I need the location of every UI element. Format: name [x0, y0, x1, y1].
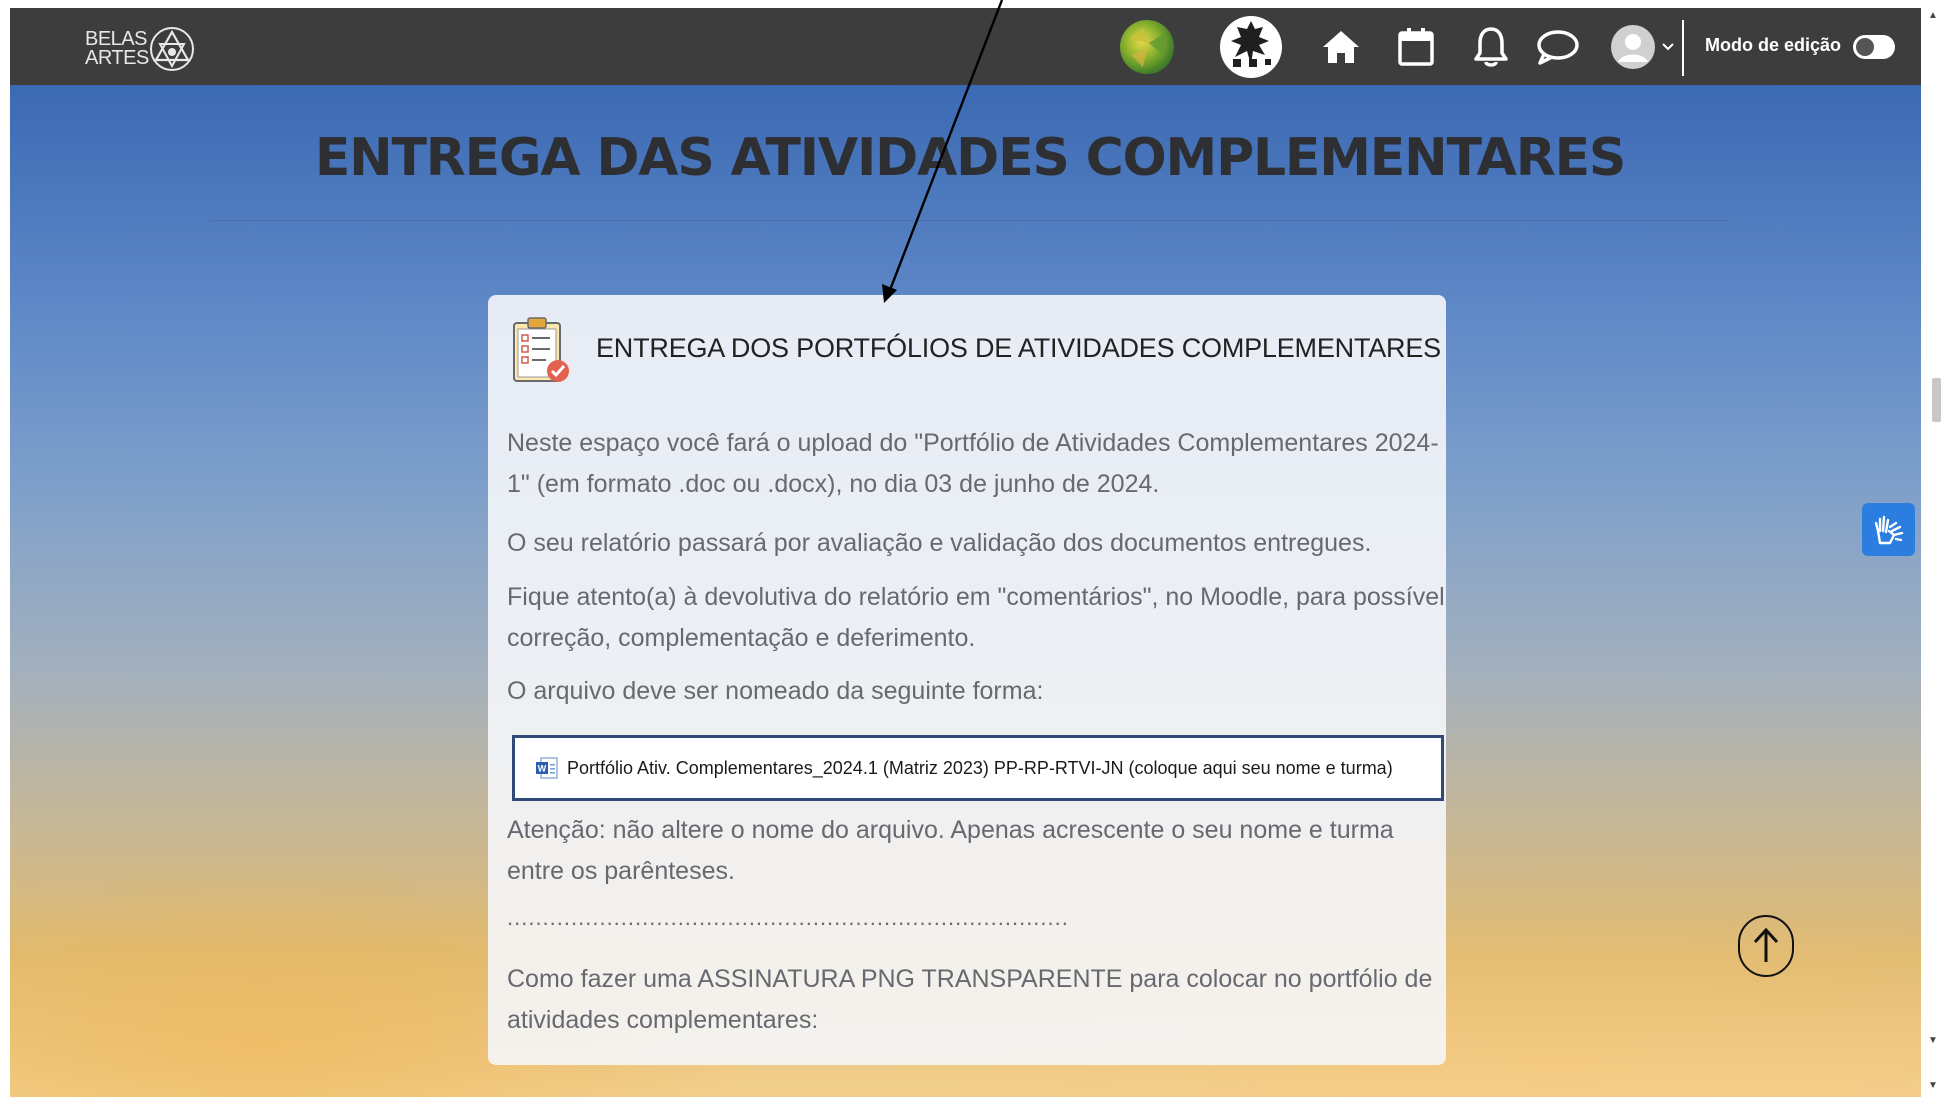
top-navbar: BELAS ARTES Modo de edição — [10, 8, 1930, 85]
toggle-knob — [1856, 38, 1874, 56]
paragraph-evaluation: O seu relatório passará por avaliação e … — [507, 529, 1372, 557]
edit-mode-toggle[interactable] — [1853, 35, 1895, 59]
page-title: ENTREGA DAS ATIVIDADES COMPLEMENTARES — [314, 128, 1626, 188]
file-name-example: W Portfólio Ativ. Complementares_2024.1 … — [512, 735, 1444, 801]
app-window: BELAS ARTES Modo de edição ENTREGA DAS A… — [10, 8, 1930, 1097]
paragraph-feedback: Fique atento(a) à devolutiva do relatóri… — [507, 583, 1445, 652]
paragraph-signature: Como fazer uma ASSINATURA PNG TRANSPAREN… — [507, 965, 1433, 1034]
home-icon[interactable] — [1318, 20, 1364, 74]
bell-icon[interactable] — [1468, 20, 1514, 74]
paragraph-file-naming: O arquivo deve ser nomeado da seguinte f… — [507, 677, 1044, 705]
chess-badge-icon[interactable] — [1218, 16, 1284, 78]
card-title: ENTREGA DOS PORTFÓLIOS DE ATIVIDADES COM… — [596, 333, 1441, 363]
scroll-down-arrow-icon-secondary[interactable]: ▼ — [1928, 1080, 1938, 1091]
sign-language-accessibility-button[interactable] — [1862, 503, 1915, 556]
arrow-up-icon — [1753, 927, 1779, 962]
page-scrollbar[interactable] — [1921, 8, 1941, 1097]
scroll-up-arrow-icon[interactable]: ▲ — [1928, 10, 1938, 21]
calendar-icon[interactable] — [1393, 20, 1439, 74]
chevron-down-icon[interactable] — [1660, 20, 1676, 74]
back-to-top-button[interactable] — [1738, 915, 1794, 977]
word-document-icon: W — [536, 757, 558, 779]
scroll-down-arrow-icon[interactable]: ▼ — [1928, 1035, 1938, 1046]
svg-text:W: W — [538, 764, 547, 774]
logo-text: BELAS ARTES — [85, 29, 149, 69]
logo-emblem-icon — [150, 27, 194, 71]
site-logo[interactable]: BELAS ARTES — [85, 22, 215, 72]
user-avatar-icon[interactable] — [1608, 20, 1658, 74]
chat-icon[interactable] — [1533, 20, 1583, 74]
dotted-separator: ........................................… — [507, 905, 1069, 930]
activity-card: ENTREGA DOS PORTFÓLIOS DE ATIVIDADES COM… — [488, 295, 1446, 1065]
paragraph-upload-info: Neste espaço você fará o upload do "Port… — [507, 429, 1439, 498]
logo-text-line2: ARTES — [85, 47, 149, 69]
course-badge-icon[interactable] — [1117, 20, 1177, 74]
sign-language-hands-icon — [1874, 515, 1903, 544]
edit-mode-label: Modo de edição — [1705, 35, 1842, 55]
paragraph-attention: Atenção: não altere o nome do arquivo. A… — [507, 816, 1394, 885]
file-name-text: Portfólio Ativ. Complementares_2024.1 (M… — [567, 757, 1393, 778]
scrollbar-thumb[interactable] — [1932, 378, 1941, 422]
assignment-checklist-icon — [513, 317, 569, 382]
nav-divider — [1682, 20, 1684, 76]
title-divider — [210, 220, 1730, 221]
